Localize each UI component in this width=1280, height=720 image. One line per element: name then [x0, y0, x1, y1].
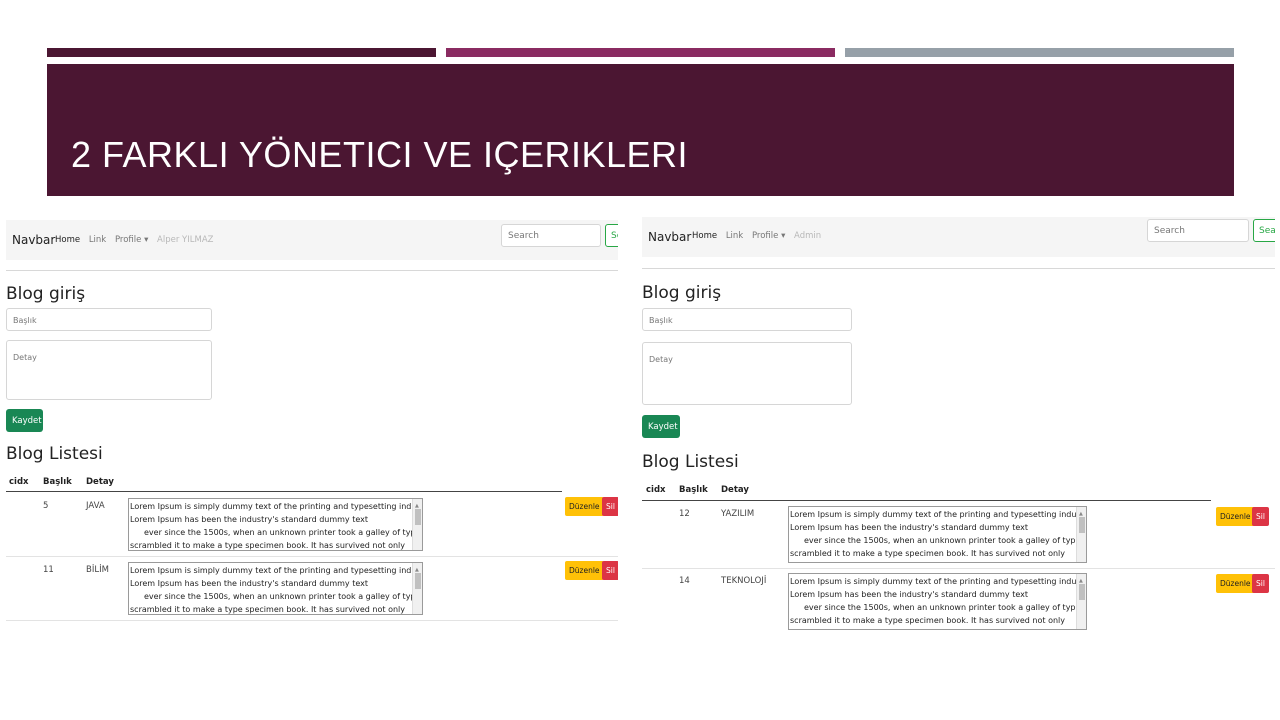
detail-textarea[interactable]: Detay [6, 340, 212, 400]
detail-line: ever since the 1500s, when an unknown pr… [144, 592, 423, 601]
accent-stripe-left [47, 48, 436, 57]
header-cidx: cidx [646, 485, 666, 495]
table-header: cidx Başlık Detay [642, 484, 1211, 501]
navbar: Navbar Home Link Profile ▾ Admin Search … [642, 217, 1275, 257]
blog-entry-heading: Blog giriş [6, 284, 86, 304]
row-detail-textarea[interactable]: Lorem Ipsum is simply dummy text of the … [788, 506, 1087, 563]
search-input[interactable]: Search [501, 224, 601, 247]
search-button[interactable]: Se [605, 224, 618, 247]
navbar-brand[interactable]: Navbar [648, 230, 691, 244]
row-cidx: 12 [679, 509, 690, 519]
detail-line: Lorem Ipsum is simply dummy text of the … [130, 566, 423, 575]
header-detay: Detay [721, 485, 749, 495]
blog-entry-heading: Blog giriş [642, 283, 722, 303]
nav-dropdown-profile[interactable]: Profile ▾ [115, 235, 148, 245]
slide: 2 FARKLI YÖNETICI VE IÇERIKLERI Navbar H… [0, 0, 1280, 720]
nav-dropdown-profile[interactable]: Profile ▾ [752, 231, 785, 241]
accent-stripe-right [845, 48, 1234, 57]
title-band: 2 FARKLI YÖNETICI VE IÇERIKLERI [47, 64, 1234, 196]
row-cidx: 5 [43, 501, 49, 511]
scrollbar[interactable] [412, 499, 422, 550]
detail-line: scrambled it to make a type specimen boo… [790, 616, 1065, 625]
table-header: cidx Başlık Detay [6, 476, 562, 492]
screenshot-user-panel: Navbar Home Link Profile ▾ Alper YILMAZ … [6, 220, 618, 630]
screenshot-admin-panel: Navbar Home Link Profile ▾ Admin Search … [642, 217, 1275, 630]
blog-list-heading: Blog Listesi [6, 444, 103, 464]
table-row: 14 TEKNOLOJİ Lorem Ipsum is simply dummy… [642, 569, 1275, 630]
row-detail-textarea[interactable]: Lorem Ipsum is simply dummy text of the … [128, 562, 423, 615]
row-detail-textarea[interactable]: Lorem Ipsum is simply dummy text of the … [128, 498, 423, 551]
scrollbar[interactable] [1076, 507, 1086, 562]
detail-line: ever since the 1500s, when an unknown pr… [804, 603, 1087, 612]
row-detail-textarea[interactable]: Lorem Ipsum is simply dummy text of the … [788, 573, 1087, 630]
nav-link-home[interactable]: Home [692, 231, 717, 241]
header-detay: Detay [86, 477, 114, 487]
delete-button[interactable]: Sil [1252, 574, 1269, 593]
edit-button[interactable]: Düzenle [1216, 507, 1255, 526]
scrollbar[interactable] [1076, 574, 1086, 629]
detail-line: Lorem Ipsum is simply dummy text of the … [790, 510, 1087, 519]
title-input[interactable]: Başlık [6, 308, 212, 331]
edit-button[interactable]: Düzenle [1216, 574, 1255, 593]
row-baslik: JAVA [86, 501, 105, 511]
nav-user-name: Admin [794, 231, 822, 241]
divider [642, 268, 1275, 269]
detail-line: scrambled it to make a type specimen boo… [130, 605, 405, 614]
detail-line: Lorem Ipsum has been the industry's stan… [790, 523, 1028, 532]
scrollbar[interactable] [412, 563, 422, 614]
navbar: Navbar Home Link Profile ▾ Alper YILMAZ … [6, 220, 618, 260]
detail-line: ever since the 1500s, when an unknown pr… [144, 528, 423, 537]
detail-line: Lorem Ipsum has been the industry's stan… [790, 590, 1028, 599]
detail-line: Lorem Ipsum is simply dummy text of the … [130, 502, 423, 511]
nav-user-name: Alper YILMAZ [157, 235, 214, 245]
delete-button[interactable]: Sil [602, 497, 618, 516]
edit-button[interactable]: Düzenle [565, 497, 604, 516]
row-baslik: YAZILIM [721, 509, 755, 519]
detail-line: ever since the 1500s, when an unknown pr… [804, 536, 1087, 545]
header-baslik: Başlık [679, 485, 708, 495]
navbar-links: Home Link Profile ▾ Admin [692, 231, 827, 241]
search-input[interactable]: Search [1147, 219, 1249, 242]
row-cidx: 14 [679, 576, 690, 586]
nav-link-link[interactable]: Link [726, 231, 743, 241]
navbar-brand[interactable]: Navbar [12, 233, 55, 247]
delete-button[interactable]: Sil [1252, 507, 1269, 526]
detail-textarea[interactable]: Detay [642, 342, 852, 405]
search-button[interactable]: Sear [1253, 219, 1275, 242]
detail-line: Lorem Ipsum is simply dummy text of the … [790, 577, 1087, 586]
accent-stripe-middle [446, 48, 835, 57]
table-row: 11 BİLİM Lorem Ipsum is simply dummy tex… [6, 557, 618, 621]
slide-title: 2 FARKLI YÖNETICI VE IÇERIKLERI [71, 134, 689, 175]
save-button[interactable]: Kaydet [642, 415, 680, 438]
title-input[interactable]: Başlık [642, 308, 852, 331]
divider [6, 270, 618, 271]
header-cidx: cidx [9, 477, 29, 487]
table-row: 12 YAZILIM Lorem Ipsum is simply dummy t… [642, 502, 1275, 569]
detail-line: Lorem Ipsum has been the industry's stan… [130, 579, 368, 588]
detail-line: Lorem Ipsum has been the industry's stan… [130, 515, 368, 524]
blog-list-heading: Blog Listesi [642, 452, 739, 472]
edit-button[interactable]: Düzenle [565, 561, 604, 580]
nav-link-link[interactable]: Link [89, 235, 106, 245]
delete-button[interactable]: Sil [602, 561, 618, 580]
detail-line: scrambled it to make a type specimen boo… [130, 541, 405, 550]
row-baslik: BİLİM [86, 565, 109, 575]
header-baslik: Başlık [43, 477, 72, 487]
table-row: 5 JAVA Lorem Ipsum is simply dummy text … [6, 493, 618, 557]
save-button[interactable]: Kaydet [6, 409, 43, 432]
detail-line: scrambled it to make a type specimen boo… [790, 549, 1065, 558]
nav-link-home[interactable]: Home [55, 235, 80, 245]
row-baslik: TEKNOLOJİ [721, 576, 767, 586]
navbar-links: Home Link Profile ▾ Alper YILMAZ [55, 235, 219, 245]
row-cidx: 11 [43, 565, 54, 575]
